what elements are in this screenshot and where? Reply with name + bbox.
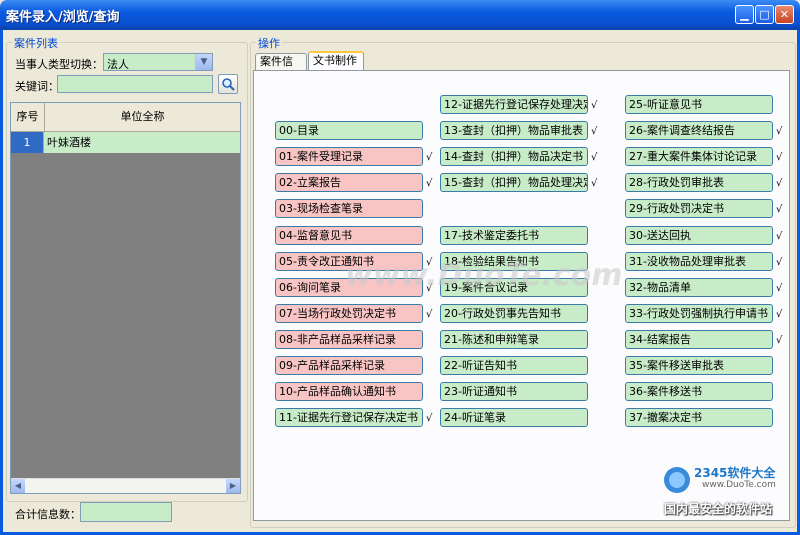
operation-group-title: 操作 <box>256 35 282 51</box>
document-button[interactable]: 22-听证告知书 <box>440 356 588 375</box>
chevron-down-icon[interactable]: ▼ <box>195 54 212 70</box>
case-list-group-title: 案件列表 <box>12 35 60 51</box>
row-index: 1 <box>11 132 44 153</box>
document-button[interactable]: 32-物品清单 <box>625 278 773 297</box>
document-button[interactable]: 14-查封（扣押）物品决定书 <box>440 147 588 166</box>
document-button[interactable]: 01-案件受理记录 <box>275 147 423 166</box>
check-mark-icon: √ <box>776 335 783 346</box>
logo-slogan: 国内最安全的软件站 <box>664 502 773 516</box>
keyword-label: 关键词： <box>15 80 59 93</box>
check-mark-icon: √ <box>776 126 783 137</box>
case-table[interactable]: 序号 单位全称 1 叶妹酒楼 ◀ ▶ <box>10 102 241 494</box>
maximize-icon: □ <box>759 8 770 21</box>
minimize-button[interactable]: ▁ <box>735 5 754 24</box>
window-title: 案件录入/浏览/查询 <box>6 10 120 25</box>
check-mark-icon: √ <box>591 152 598 163</box>
document-button[interactable]: 17-技术鉴定委托书 <box>440 226 588 245</box>
search-icon <box>222 78 235 91</box>
total-field <box>80 502 172 522</box>
document-button[interactable]: 36-案件移送书 <box>625 382 773 401</box>
check-mark-icon: √ <box>776 204 783 215</box>
document-button[interactable]: 11-证据先行登记保存决定书 <box>275 408 423 427</box>
total-label: 合计信息数： <box>15 508 81 521</box>
close-button[interactable]: ✕ <box>775 5 794 24</box>
check-mark-icon: √ <box>591 178 598 189</box>
document-button[interactable]: 23-听证通知书 <box>440 382 588 401</box>
document-button[interactable]: 08-非产品样品采样记录 <box>275 330 423 349</box>
watermark-text: www.DuoTe.com <box>345 258 623 293</box>
document-button[interactable]: 03-现场检查笔录 <box>275 199 423 218</box>
check-mark-icon: √ <box>591 100 598 111</box>
document-button[interactable]: 30-送达回执 <box>625 226 773 245</box>
document-button[interactable]: 04-监督意见书 <box>275 226 423 245</box>
logo-icon <box>664 467 690 493</box>
document-button[interactable]: 35-案件移送审批表 <box>625 356 773 375</box>
check-mark-icon: √ <box>591 126 598 137</box>
document-button[interactable]: 07-当场行政处罚决定书 <box>275 304 423 323</box>
check-mark-icon: √ <box>776 231 783 242</box>
document-button[interactable]: 29-行政处罚决定书 <box>625 199 773 218</box>
row-name: 叶妹酒楼 <box>47 136 91 149</box>
column-header-name[interactable]: 单位全称 <box>45 103 240 131</box>
party-type-label: 当事人类型切换： <box>15 58 103 71</box>
document-button[interactable]: 24-听证笔录 <box>440 408 588 427</box>
document-button[interactable]: 20-行政处罚事先告知书 <box>440 304 588 323</box>
logo-brand: 2345软件大全 <box>694 466 776 480</box>
tab-case-info[interactable]: 案件信息 <box>255 53 307 84</box>
title-bar: 案件录入/浏览/查询 ▁ □ ✕ <box>0 0 800 30</box>
close-icon: ✕ <box>779 8 790 21</box>
party-type-select[interactable]: 法人 ▼ <box>103 53 213 71</box>
logo-url: www.DuoTe.com <box>702 480 776 490</box>
maximize-button[interactable]: □ <box>755 5 774 24</box>
check-mark-icon: √ <box>426 413 433 424</box>
check-mark-icon: √ <box>776 257 783 268</box>
document-button[interactable]: 34-结案报告 <box>625 330 773 349</box>
document-button[interactable]: 28-行政处罚审批表 <box>625 173 773 192</box>
scroll-right-icon[interactable]: ▶ <box>226 479 240 493</box>
document-button[interactable]: 33-行政处罚强制执行申请书 <box>625 304 773 323</box>
document-button[interactable]: 31-没收物品处理审批表 <box>625 252 773 271</box>
check-mark-icon: √ <box>426 309 433 320</box>
check-mark-icon: √ <box>426 152 433 163</box>
document-button[interactable]: 12-证据先行登记保存处理决定书 <box>440 95 588 114</box>
check-mark-icon: √ <box>776 283 783 294</box>
check-mark-icon: √ <box>776 178 783 189</box>
document-button[interactable]: 13-查封（扣押）物品审批表 <box>440 121 588 140</box>
table-header: 序号 单位全称 <box>11 103 240 132</box>
party-type-value: 法人 <box>107 58 129 71</box>
document-button[interactable]: 27-重大案件集体讨论记录 <box>625 147 773 166</box>
check-mark-icon: √ <box>776 152 783 163</box>
horizontal-scrollbar[interactable]: ◀ ▶ <box>11 478 240 493</box>
table-row[interactable]: 1 叶妹酒楼 <box>11 132 240 153</box>
check-mark-icon: √ <box>776 309 783 320</box>
document-button[interactable]: 21-陈述和申辩笔录 <box>440 330 588 349</box>
document-button[interactable]: 09-产品样品采样记录 <box>275 356 423 375</box>
document-button[interactable]: 15-查封（扣押）物品处理决定书 <box>440 173 588 192</box>
search-button[interactable] <box>218 74 238 94</box>
document-button[interactable]: 00-目录 <box>275 121 423 140</box>
document-button[interactable]: 02-立案报告 <box>275 173 423 192</box>
check-mark-icon: √ <box>426 178 433 189</box>
keyword-input[interactable] <box>57 75 213 93</box>
document-button[interactable]: 10-产品样品确认通知书 <box>275 382 423 401</box>
document-button[interactable]: 25-听证意见书 <box>625 95 773 114</box>
minimize-icon: ▁ <box>740 8 749 21</box>
document-button[interactable]: 26-案件调查终结报告 <box>625 121 773 140</box>
document-button[interactable]: 37-撤案决定书 <box>625 408 773 427</box>
tab-document-making[interactable]: 文书制作 <box>308 51 364 71</box>
site-logo: 2345软件大全 www.DuoTe.com 国内最安全的软件站 <box>662 462 797 522</box>
scroll-left-icon[interactable]: ◀ <box>11 479 25 493</box>
column-header-index[interactable]: 序号 <box>11 103 45 131</box>
